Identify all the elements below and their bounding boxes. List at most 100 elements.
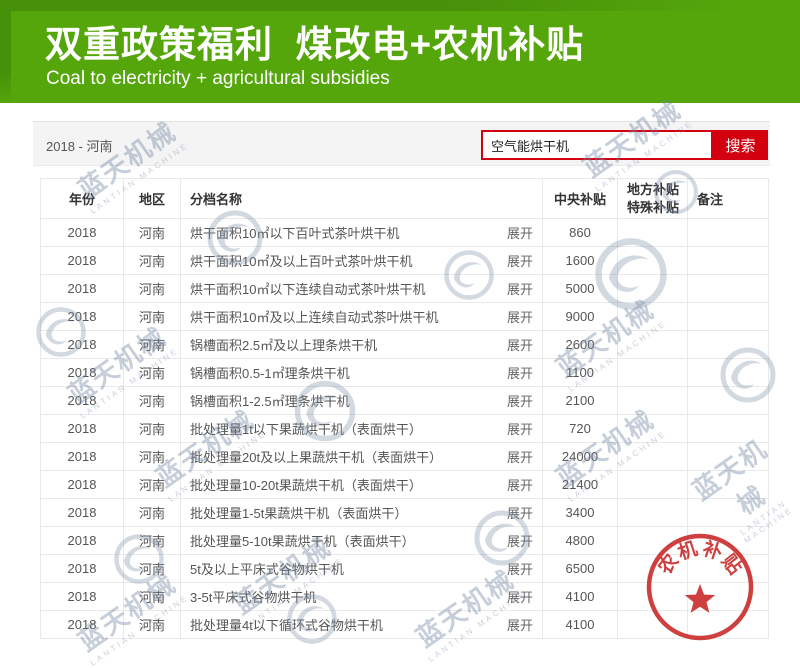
table-row: 2018 河南 展开 批处理量5-10t果蔬烘干机（表面烘干） 4800 xyxy=(41,527,769,555)
cell-remark xyxy=(688,471,769,499)
expand-link[interactable]: 展开 xyxy=(507,559,533,578)
cell-local-subsidy xyxy=(618,527,688,555)
cell-year: 2018 xyxy=(41,583,124,611)
cell-name-text: 批处理量1t以下果蔬烘干机（表面烘干） xyxy=(190,422,422,437)
cell-region: 河南 xyxy=(124,611,181,639)
banner-left-edge xyxy=(0,0,11,103)
expand-link[interactable]: 展开 xyxy=(507,587,533,606)
cell-local-subsidy xyxy=(618,555,688,583)
cell-central-subsidy: 4800 xyxy=(543,527,618,555)
cell-name-text: 批处理量1-5t果蔬烘干机（表面烘干） xyxy=(190,506,407,521)
expand-link[interactable]: 展开 xyxy=(507,335,533,354)
cell-name: 展开 烘干面积10㎡及以上连续自动式茶叶烘干机 xyxy=(181,303,543,331)
cell-region: 河南 xyxy=(124,499,181,527)
expand-link[interactable]: 展开 xyxy=(507,223,533,242)
expand-link[interactable]: 展开 xyxy=(507,615,533,634)
table-row: 2018 河南 展开 烘干面积10㎡以下百叶式茶叶烘干机 860 xyxy=(41,219,769,247)
expand-link[interactable]: 展开 xyxy=(507,251,533,270)
cell-central-subsidy: 21400 xyxy=(543,471,618,499)
cell-name: 展开 批处理量10-20t果蔬烘干机（表面烘干） xyxy=(181,471,543,499)
cell-region: 河南 xyxy=(124,527,181,555)
cell-remark xyxy=(688,583,769,611)
cell-name: 展开 批处理量1-5t果蔬烘干机（表面烘干） xyxy=(181,499,543,527)
cell-remark xyxy=(688,387,769,415)
table-row: 2018 河南 展开 批处理量4t以下循环式谷物烘干机 4100 xyxy=(41,611,769,639)
cell-region: 河南 xyxy=(124,331,181,359)
cell-central-subsidy: 4100 xyxy=(543,583,618,611)
cell-name-text: 锅槽面积2.5㎡及以上理条烘干机 xyxy=(190,338,377,353)
expand-link[interactable]: 展开 xyxy=(507,391,533,410)
expand-link[interactable]: 展开 xyxy=(507,447,533,466)
search-input[interactable] xyxy=(481,130,713,160)
cell-local-subsidy xyxy=(618,275,688,303)
cell-name: 展开 锅槽面积0.5-1㎡理条烘干机 xyxy=(181,359,543,387)
cell-year: 2018 xyxy=(41,331,124,359)
banner-title: 双重政策福利 煤改电+农机补贴 xyxy=(45,14,584,68)
cell-year: 2018 xyxy=(41,303,124,331)
breadcrumb: 2018 - 河南 xyxy=(46,136,112,155)
banner-top-edge xyxy=(0,0,800,11)
cell-remark xyxy=(688,415,769,443)
cell-name-text: 批处理量5-10t果蔬烘干机（表面烘干） xyxy=(190,534,415,549)
cell-remark xyxy=(688,247,769,275)
cell-year: 2018 xyxy=(41,415,124,443)
cell-year: 2018 xyxy=(41,443,124,471)
expand-link[interactable]: 展开 xyxy=(507,503,533,522)
subsidy-table: 年份 地区 分档名称 中央补贴 地方补贴 特殊补贴 备注 2018 河南 展开 … xyxy=(40,178,769,639)
cell-local-subsidy xyxy=(618,415,688,443)
cell-region: 河南 xyxy=(124,219,181,247)
cell-name-text: 批处理量10-20t果蔬烘干机（表面烘干） xyxy=(190,478,422,493)
expand-link[interactable]: 展开 xyxy=(507,475,533,494)
cell-year: 2018 xyxy=(41,611,124,639)
cell-local-subsidy xyxy=(618,499,688,527)
table-row: 2018 河南 展开 烘干面积10㎡及以上百叶式茶叶烘干机 1600 xyxy=(41,247,769,275)
cell-central-subsidy: 4100 xyxy=(543,611,618,639)
cell-remark xyxy=(688,219,769,247)
cell-name: 展开 烘干面积10㎡及以上百叶式茶叶烘干机 xyxy=(181,247,543,275)
cell-central-subsidy: 9000 xyxy=(543,303,618,331)
expand-link[interactable]: 展开 xyxy=(507,363,533,382)
cell-name: 展开 锅槽面积1-2.5㎡理条烘干机 xyxy=(181,387,543,415)
table-row: 2018 河南 展开 锅槽面积0.5-1㎡理条烘干机 1100 xyxy=(41,359,769,387)
cell-year: 2018 xyxy=(41,387,124,415)
cell-name-text: 3-5t平床式谷物烘干机 xyxy=(190,590,316,605)
col-header-region: 地区 xyxy=(124,179,181,219)
cell-region: 河南 xyxy=(124,583,181,611)
cell-region: 河南 xyxy=(124,303,181,331)
search-button[interactable]: 搜索 xyxy=(713,130,768,160)
cell-name: 展开 批处理量4t以下循环式谷物烘干机 xyxy=(181,611,543,639)
expand-link[interactable]: 展开 xyxy=(507,419,533,438)
cell-region: 河南 xyxy=(124,555,181,583)
expand-link[interactable]: 展开 xyxy=(507,279,533,298)
expand-link[interactable]: 展开 xyxy=(507,307,533,326)
cell-year: 2018 xyxy=(41,499,124,527)
table-row: 2018 河南 展开 批处理量20t及以上果蔬烘干机（表面烘干） 24000 xyxy=(41,443,769,471)
cell-name-text: 5t及以上平床式谷物烘干机 xyxy=(190,562,344,577)
cell-name: 展开 5t及以上平床式谷物烘干机 xyxy=(181,555,543,583)
cell-name-text: 批处理量20t及以上果蔬烘干机（表面烘干） xyxy=(190,450,442,465)
table-row: 2018 河南 展开 烘干面积10㎡以下连续自动式茶叶烘干机 5000 xyxy=(41,275,769,303)
cell-year: 2018 xyxy=(41,247,124,275)
cell-local-subsidy xyxy=(618,443,688,471)
cell-year: 2018 xyxy=(41,275,124,303)
cell-name-text: 烘干面积10㎡以下百叶式茶叶烘干机 xyxy=(190,226,399,241)
cell-name: 展开 烘干面积10㎡以下百叶式茶叶烘干机 xyxy=(181,219,543,247)
cell-name-text: 烘干面积10㎡以下连续自动式茶叶烘干机 xyxy=(190,282,425,297)
cell-year: 2018 xyxy=(41,219,124,247)
banner-subtitle: Coal to electricity + agricultural subsi… xyxy=(46,68,390,90)
search-box: 搜索 xyxy=(481,130,768,160)
expand-link[interactable]: 展开 xyxy=(507,531,533,550)
cell-name: 展开 批处理量20t及以上果蔬烘干机（表面烘干） xyxy=(181,443,543,471)
cell-local-subsidy xyxy=(618,247,688,275)
col-header-remark: 备注 xyxy=(688,179,769,219)
cell-local-subsidy xyxy=(618,583,688,611)
table-row: 2018 河南 展开 5t及以上平床式谷物烘干机 6500 xyxy=(41,555,769,583)
table-row: 2018 河南 展开 3-5t平床式谷物烘干机 4100 xyxy=(41,583,769,611)
cell-name: 展开 烘干面积10㎡以下连续自动式茶叶烘干机 xyxy=(181,275,543,303)
cell-local-subsidy xyxy=(618,359,688,387)
cell-remark xyxy=(688,555,769,583)
col-header-local-line1: 地方补贴 xyxy=(627,181,687,199)
banner: 双重政策福利 煤改电+农机补贴 Coal to electricity + ag… xyxy=(0,0,800,103)
table-row: 2018 河南 展开 批处理量1t以下果蔬烘干机（表面烘干） 720 xyxy=(41,415,769,443)
cell-remark xyxy=(688,331,769,359)
